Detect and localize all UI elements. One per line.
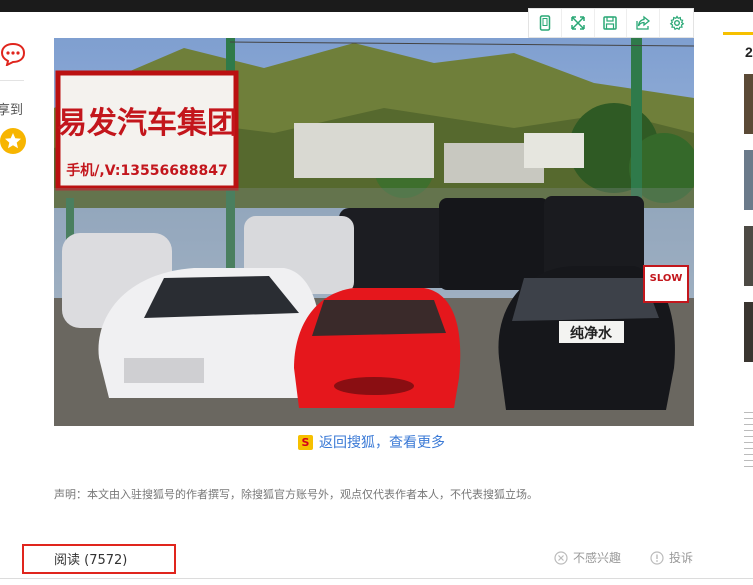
article-photo[interactable]: 易发汽车集团 手机/,V:13556688847 纯净水 SLOW: [54, 38, 694, 426]
left-divider: [0, 80, 24, 81]
star-icon[interactable]: [0, 128, 26, 154]
slow-sign: SLOW: [650, 273, 683, 284]
sidebar-heading-number: 2: [745, 44, 753, 60]
sidebar-accent-bar: [723, 32, 753, 35]
share-icon[interactable]: [627, 9, 661, 37]
not-interested-label: 不感兴趣: [573, 551, 622, 565]
close-circle-icon: [554, 550, 568, 565]
sign-title: 易发汽车集团: [57, 106, 237, 141]
sidebar-thumbnail[interactable]: [744, 226, 753, 286]
sidebar-thumbnail[interactable]: [744, 74, 753, 134]
sidebar-thumbnail[interactable]: [744, 150, 753, 210]
settings-icon[interactable]: [660, 9, 693, 37]
mobile-icon[interactable]: [529, 9, 562, 37]
comment-bubble-icon[interactable]: [0, 42, 26, 67]
sidebar-thumbnail[interactable]: [744, 302, 753, 362]
warning-icon: [650, 550, 664, 565]
disclaimer-text: 声明：本文由入驻搜狐号的作者撰写，除搜狐官方账号外，观点仅代表作者本人，不代表搜…: [54, 488, 538, 501]
share-label: 享到: [0, 103, 24, 118]
right-sidebar: 2: [723, 32, 753, 585]
back-link-text[interactable]: 返回搜狐，查看更多: [319, 432, 445, 452]
not-interested-button[interactable]: 不感兴趣: [554, 549, 621, 566]
sidebar-text-lines: [744, 412, 753, 472]
car-plate-text: 纯净水: [570, 325, 613, 342]
sohu-logo-icon: S: [298, 434, 313, 450]
back-to-sohu-link[interactable]: S 返回搜狐，查看更多: [298, 432, 445, 452]
save-icon[interactable]: [595, 9, 628, 37]
sign-phone: 手机/,V:13556688847: [66, 162, 227, 179]
read-count: 阅读 (7572): [54, 553, 128, 568]
footer-divider: [0, 578, 753, 579]
image-toolbar: [528, 8, 694, 38]
fullscreen-icon[interactable]: [562, 9, 595, 37]
report-button[interactable]: 投诉: [650, 549, 693, 566]
report-label: 投诉: [669, 551, 694, 565]
